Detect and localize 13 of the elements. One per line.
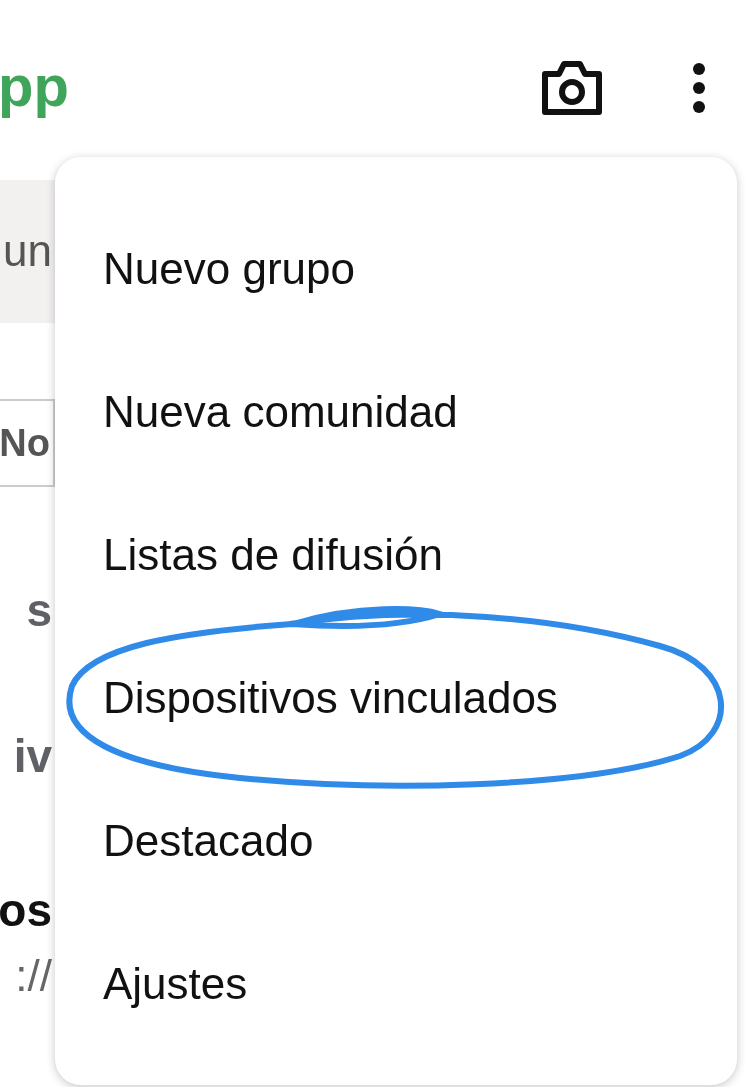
search-field[interactable]: un: [0, 180, 55, 323]
chat-name: os: [0, 883, 52, 937]
more-options-icon[interactable]: [691, 62, 707, 114]
menu-item[interactable]: Ajustes: [103, 958, 248, 1009]
camera-icon[interactable]: [541, 60, 603, 116]
menu-item[interactable]: Listas de difusión: [103, 529, 443, 580]
menu-item[interactable]: Destacado: [103, 815, 314, 866]
menu-item[interactable]: Dispositivos vinculados: [103, 672, 558, 723]
menu-item[interactable]: Nueva comunidad: [103, 386, 458, 437]
chat-preview-text: iv: [13, 729, 52, 783]
menu-item[interactable]: Nuevo grupo: [103, 243, 355, 294]
chat-preview-text: s: [26, 583, 52, 637]
link-text: ://: [15, 951, 52, 1001]
